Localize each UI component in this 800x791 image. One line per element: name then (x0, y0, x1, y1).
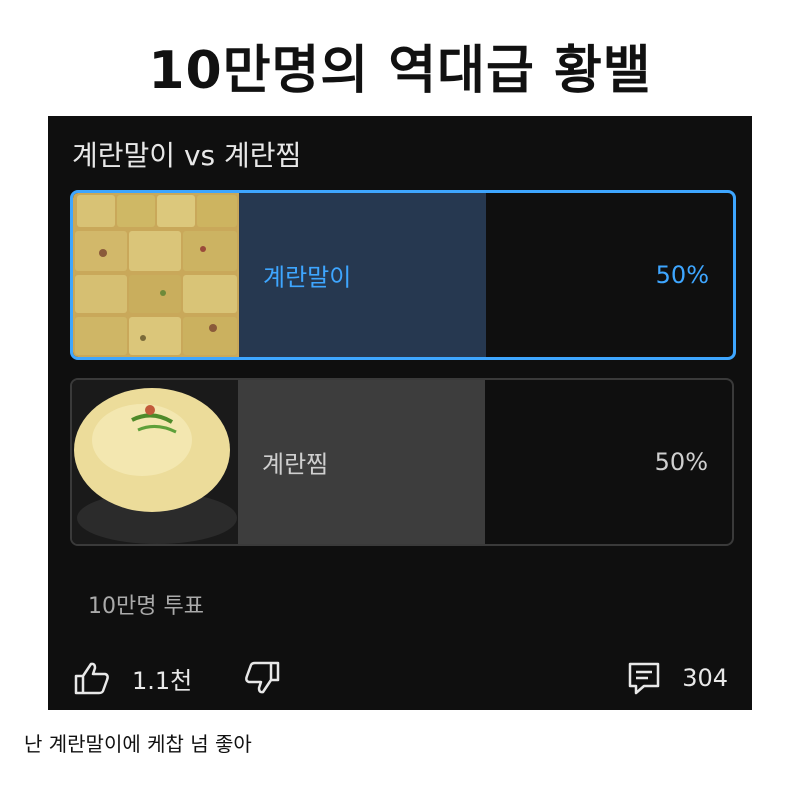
poll-question: 계란말이 vs 계란찜 (72, 139, 302, 172)
thumbs-up-icon (74, 662, 109, 695)
option-label: 계란말이 (263, 263, 352, 292)
vote-count: 10만명 투표 (88, 594, 204, 619)
comments-button[interactable]: 304 (626, 660, 728, 696)
headline: 10만명의 역대급 황밸 (148, 41, 652, 101)
poll-card: 계란말이 vs 계란찜 계란말이 50% 계란찜 50% 10만명 투표 1.1… (48, 116, 752, 710)
comment-icon (628, 662, 660, 695)
like-count: 1.1천 (132, 666, 193, 695)
option-percent: 50% (654, 448, 708, 476)
poll-option-steamed-egg[interactable]: 계란찜 50% (70, 378, 734, 546)
poll-option-rolled-omelette[interactable]: 계란말이 50% (70, 190, 736, 360)
option-label: 계란찜 (262, 450, 329, 479)
thumbs-down-icon (245, 661, 280, 694)
rolled-omelette-image (73, 193, 239, 357)
like-button[interactable]: 1.1천 (72, 660, 192, 696)
steamed-egg-image (72, 380, 238, 544)
caption: 난 계란말이에 케찹 넘 좋아 (24, 732, 252, 756)
comment-count: 304 (682, 664, 728, 692)
action-bar: 1.1천 304 (72, 660, 728, 700)
dislike-button[interactable] (242, 660, 282, 696)
option-percent: 50% (655, 261, 709, 289)
